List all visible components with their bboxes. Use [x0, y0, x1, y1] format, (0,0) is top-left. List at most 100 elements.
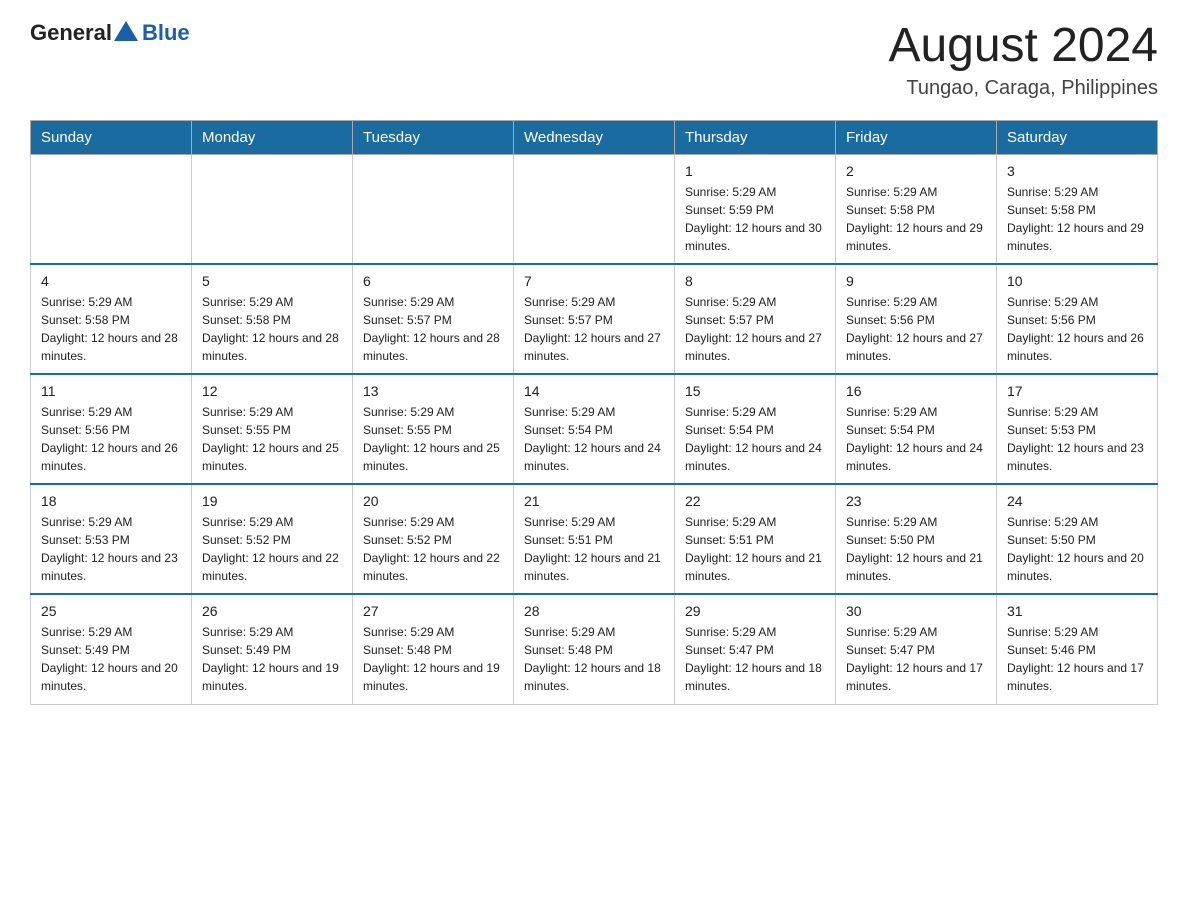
day-number: 3	[1007, 163, 1147, 179]
day-number: 13	[363, 383, 503, 399]
calendar-cell: 31Sunrise: 5:29 AM Sunset: 5:46 PM Dayli…	[997, 594, 1158, 704]
day-number: 21	[524, 493, 664, 509]
day-sun-info: Sunrise: 5:29 AM Sunset: 5:50 PM Dayligh…	[1007, 513, 1147, 585]
calendar-week-row: 1Sunrise: 5:29 AM Sunset: 5:59 PM Daylig…	[31, 154, 1158, 264]
calendar-cell	[192, 154, 353, 264]
day-sun-info: Sunrise: 5:29 AM Sunset: 5:52 PM Dayligh…	[363, 513, 503, 585]
day-number: 1	[685, 163, 825, 179]
day-number: 2	[846, 163, 986, 179]
day-number: 12	[202, 383, 342, 399]
calendar-cell: 14 Sunrise: 5:29 AM Sunset: 5:54 PM Dayli…	[514, 374, 675, 484]
calendar-cell: 1Sunrise: 5:29 AM Sunset: 5:59 PM Daylig…	[675, 154, 836, 264]
location-subtitle: Tungao, Caraga, Philippines	[888, 77, 1158, 100]
calendar-cell: 13Sunrise: 5:29 AM Sunset: 5:55 PM Dayli…	[353, 374, 514, 484]
day-number: 30	[846, 603, 986, 619]
calendar-week-row: 18 Sunrise: 5:29 AM Sunset: 5:53 PM Dayli…	[31, 484, 1158, 594]
day-sun-info: Sunrise: 5:29 AM Sunset: 5:48 PM Dayligh…	[363, 623, 503, 695]
calendar-cell: 20 Sunrise: 5:29 AM Sunset: 5:52 PM Dayli…	[353, 484, 514, 594]
calendar-cell: 18 Sunrise: 5:29 AM Sunset: 5:53 PM Dayli…	[31, 484, 192, 594]
day-number: 9	[846, 273, 986, 289]
calendar-table: SundayMondayTuesdayWednesdayThursdayFrid…	[30, 120, 1158, 705]
day-sun-info: Sunrise: 5:29 AM Sunset: 5:47 PM Dayligh…	[846, 623, 986, 695]
day-number: 11	[41, 383, 181, 399]
calendar-week-row: 4 Sunrise: 5:29 AM Sunset: 5:58 PM Daylig…	[31, 264, 1158, 374]
day-sun-info: Sunrise: 5:29 AM Sunset: 5:57 PM Dayligh…	[685, 293, 825, 365]
day-sun-info: Sunrise: 5:29 AM Sunset: 5:55 PM Dayligh…	[202, 403, 342, 475]
calendar-cell: 11 Sunrise: 5:29 AM Sunset: 5:56 PM Dayli…	[31, 374, 192, 484]
calendar-header-thursday: Thursday	[675, 120, 836, 154]
logo: General Blue	[30, 20, 190, 46]
day-number: 10	[1007, 273, 1147, 289]
page-header: General Blue August 2024 Tungao, Caraga,…	[30, 20, 1158, 100]
day-sun-info: Sunrise: 5:29 AM Sunset: 5:58 PM Dayligh…	[202, 293, 342, 365]
day-number: 29	[685, 603, 825, 619]
day-number: 22	[685, 493, 825, 509]
day-sun-info: Sunrise: 5:29 AM Sunset: 5:56 PM Dayligh…	[41, 403, 181, 475]
calendar-cell: 22 Sunrise: 5:29 AM Sunset: 5:51 PM Dayli…	[675, 484, 836, 594]
day-sun-info: Sunrise: 5:29 AM Sunset: 5:58 PM Dayligh…	[1007, 183, 1147, 255]
calendar-cell: 21 Sunrise: 5:29 AM Sunset: 5:51 PM Dayli…	[514, 484, 675, 594]
day-sun-info: Sunrise: 5:29 AM Sunset: 5:56 PM Dayligh…	[1007, 293, 1147, 365]
calendar-week-row: 25 Sunrise: 5:29 AM Sunset: 5:49 PM Dayli…	[31, 594, 1158, 704]
calendar-header-friday: Friday	[836, 120, 997, 154]
calendar-cell: 30 Sunrise: 5:29 AM Sunset: 5:47 PM Dayli…	[836, 594, 997, 704]
day-sun-info: Sunrise: 5:29 AM Sunset: 5:50 PM Dayligh…	[846, 513, 986, 585]
day-sun-info: Sunrise: 5:29 AM Sunset: 5:49 PM Dayligh…	[202, 623, 342, 695]
day-number: 25	[41, 603, 181, 619]
day-number: 8	[685, 273, 825, 289]
day-sun-info: Sunrise: 5:29 AM Sunset: 5:49 PM Dayligh…	[41, 623, 181, 695]
calendar-header-saturday: Saturday	[997, 120, 1158, 154]
calendar-cell	[353, 154, 514, 264]
day-sun-info: Sunrise: 5:29 AM Sunset: 5:56 PM Dayligh…	[846, 293, 986, 365]
calendar-cell: 5 Sunrise: 5:29 AM Sunset: 5:58 PM Daylig…	[192, 264, 353, 374]
calendar-cell: 16 Sunrise: 5:29 AM Sunset: 5:54 PM Dayli…	[836, 374, 997, 484]
day-sun-info: Sunrise: 5:29 AM Sunset: 5:53 PM Dayligh…	[41, 513, 181, 585]
calendar-week-row: 11 Sunrise: 5:29 AM Sunset: 5:56 PM Dayli…	[31, 374, 1158, 484]
day-number: 6	[363, 273, 503, 289]
calendar-cell: 12 Sunrise: 5:29 AM Sunset: 5:55 PM Dayli…	[192, 374, 353, 484]
calendar-cell: 28Sunrise: 5:29 AM Sunset: 5:48 PM Dayli…	[514, 594, 675, 704]
day-number: 4	[41, 273, 181, 289]
calendar-cell: 25 Sunrise: 5:29 AM Sunset: 5:49 PM Dayli…	[31, 594, 192, 704]
day-sun-info: Sunrise: 5:29 AM Sunset: 5:48 PM Dayligh…	[524, 623, 664, 695]
day-number: 15	[685, 383, 825, 399]
month-year-title: August 2024	[888, 20, 1158, 73]
day-number: 14	[524, 383, 664, 399]
calendar-cell: 19Sunrise: 5:29 AM Sunset: 5:52 PM Dayli…	[192, 484, 353, 594]
calendar-cell: 23Sunrise: 5:29 AM Sunset: 5:50 PM Dayli…	[836, 484, 997, 594]
calendar-cell: 15 Sunrise: 5:29 AM Sunset: 5:54 PM Dayli…	[675, 374, 836, 484]
day-sun-info: Sunrise: 5:29 AM Sunset: 5:54 PM Dayligh…	[685, 403, 825, 475]
calendar-cell: 26 Sunrise: 5:29 AM Sunset: 5:49 PM Dayli…	[192, 594, 353, 704]
day-sun-info: Sunrise: 5:29 AM Sunset: 5:46 PM Dayligh…	[1007, 623, 1147, 695]
day-sun-info: Sunrise: 5:29 AM Sunset: 5:47 PM Dayligh…	[685, 623, 825, 695]
calendar-cell: 8 Sunrise: 5:29 AM Sunset: 5:57 PM Daylig…	[675, 264, 836, 374]
day-sun-info: Sunrise: 5:29 AM Sunset: 5:54 PM Dayligh…	[846, 403, 986, 475]
calendar-cell	[31, 154, 192, 264]
day-number: 24	[1007, 493, 1147, 509]
title-block: August 2024 Tungao, Caraga, Philippines	[888, 20, 1158, 100]
logo-general-text: General	[30, 20, 112, 46]
day-sun-info: Sunrise: 5:29 AM Sunset: 5:53 PM Dayligh…	[1007, 403, 1147, 475]
day-number: 19	[202, 493, 342, 509]
calendar-cell: 24 Sunrise: 5:29 AM Sunset: 5:50 PM Dayli…	[997, 484, 1158, 594]
day-number: 20	[363, 493, 503, 509]
day-number: 16	[846, 383, 986, 399]
calendar-header-tuesday: Tuesday	[353, 120, 514, 154]
calendar-cell: 29 Sunrise: 5:29 AM Sunset: 5:47 PM Dayli…	[675, 594, 836, 704]
calendar-header-wednesday: Wednesday	[514, 120, 675, 154]
day-number: 17	[1007, 383, 1147, 399]
calendar-cell: 6 Sunrise: 5:29 AM Sunset: 5:57 PM Daylig…	[353, 264, 514, 374]
day-number: 5	[202, 273, 342, 289]
day-number: 27	[363, 603, 503, 619]
calendar-cell	[514, 154, 675, 264]
day-number: 26	[202, 603, 342, 619]
day-sun-info: Sunrise: 5:29 AM Sunset: 5:51 PM Dayligh…	[685, 513, 825, 585]
calendar-cell: 9 Sunrise: 5:29 AM Sunset: 5:56 PM Daylig…	[836, 264, 997, 374]
calendar-cell: 2Sunrise: 5:29 AM Sunset: 5:58 PM Daylig…	[836, 154, 997, 264]
logo-triangle-icon	[114, 21, 138, 41]
calendar-cell: 3 Sunrise: 5:29 AM Sunset: 5:58 PM Daylig…	[997, 154, 1158, 264]
day-sun-info: Sunrise: 5:29 AM Sunset: 5:57 PM Dayligh…	[363, 293, 503, 365]
day-number: 18	[41, 493, 181, 509]
day-sun-info: Sunrise: 5:29 AM Sunset: 5:51 PM Dayligh…	[524, 513, 664, 585]
day-sun-info: Sunrise: 5:29 AM Sunset: 5:54 PM Dayligh…	[524, 403, 664, 475]
